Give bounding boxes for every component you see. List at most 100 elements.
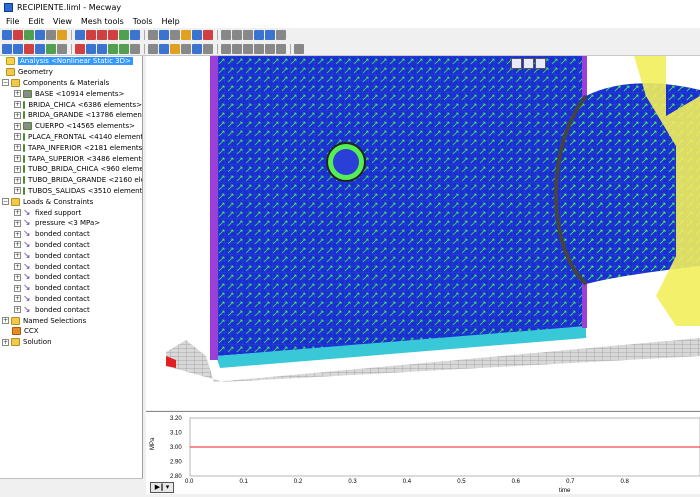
toolbar-icon[interactable] [203, 43, 213, 54]
tree-component[interactable]: + TAPA_SUPERIOR <3486 elements> [0, 153, 142, 164]
toolbar-icon[interactable] [57, 43, 67, 54]
expand-icon[interactable]: + [14, 187, 21, 195]
toolbar-icon[interactable] [86, 30, 96, 40]
expand-icon[interactable]: + [14, 273, 21, 281]
toolbar-icon[interactable] [159, 43, 169, 54]
expand-icon[interactable]: + [14, 155, 21, 163]
toolbar-icon[interactable] [13, 43, 23, 54]
play-pause-button[interactable]: ▶‖ ▾ [150, 482, 174, 493]
toolbar-icon[interactable] [130, 30, 140, 40]
tree-component[interactable]: + BRIDA_CHICA <6386 elements> [0, 99, 142, 110]
menu-help[interactable]: Help [162, 17, 180, 26]
collapse-icon[interactable]: − [2, 198, 9, 206]
toolbar-icon[interactable] [192, 30, 202, 40]
menu-mesh-tools[interactable]: Mesh tools [81, 17, 124, 26]
expand-icon[interactable]: + [14, 263, 21, 271]
toolbar-icon[interactable] [97, 43, 107, 54]
expand-icon[interactable]: + [14, 90, 21, 98]
toolbar-icon[interactable] [170, 43, 180, 54]
toolbar-icon[interactable] [75, 30, 85, 40]
tree-load[interactable]: + ↘ bonded contact [0, 261, 142, 272]
toolbar-icon[interactable] [221, 30, 231, 40]
expand-icon[interactable]: + [14, 101, 21, 109]
menu-edit[interactable]: Edit [28, 17, 44, 26]
toolbar-icon[interactable] [24, 30, 34, 40]
toolbar-icon[interactable] [203, 30, 213, 40]
tree-named-selections[interactable]: + Named Selections [0, 315, 142, 326]
tree-component[interactable]: + TUBOS_SALIDAS <3510 elements> [0, 186, 142, 197]
toolbar-icon[interactable] [35, 30, 45, 40]
toolbar-icon[interactable] [276, 30, 286, 40]
3d-viewport[interactable] [146, 56, 700, 410]
toolbar-icon[interactable] [130, 43, 140, 54]
tree-component[interactable]: + PLACA_FRONTAL <4140 elements> [0, 132, 142, 143]
expand-icon[interactable]: + [14, 295, 21, 303]
tree-ccx[interactable]: CCX [0, 326, 142, 337]
toolbar-icon[interactable] [265, 43, 275, 54]
tree-analysis[interactable]: Analysis <Nonlinear Static 3D> [0, 56, 142, 67]
toolbar-icon[interactable] [232, 30, 242, 40]
view-side-button[interactable] [523, 58, 534, 69]
tree-component[interactable]: + TAPA_INFERIOR <2181 elements> [0, 142, 142, 153]
toolbar-icon[interactable] [86, 43, 96, 54]
toolbar-icon[interactable] [181, 43, 191, 54]
collapse-icon[interactable]: − [2, 79, 9, 87]
expand-icon[interactable]: + [14, 219, 21, 227]
tree-load[interactable]: + ↘ bonded contact [0, 294, 142, 305]
toolbar-icon[interactable] [170, 30, 180, 40]
expand-icon[interactable]: + [14, 111, 21, 119]
toolbar-icon[interactable] [243, 30, 253, 40]
toolbar-icon[interactable] [243, 43, 253, 54]
toolbar-icon[interactable] [276, 43, 286, 54]
menu-tools[interactable]: Tools [133, 17, 153, 26]
toolbar-icon[interactable] [108, 43, 118, 54]
toolbar-icon[interactable] [148, 30, 158, 40]
toolbar-icon[interactable] [46, 30, 56, 40]
tree-load[interactable]: + ↘ fixed support [0, 207, 142, 218]
expand-icon[interactable]: + [14, 133, 21, 141]
tree-load[interactable]: + ↘ bonded contact [0, 229, 142, 240]
tree-loads[interactable]: − Loads & Constraints [0, 196, 142, 207]
expand-icon[interactable]: + [14, 122, 21, 130]
tree-load[interactable]: + ↘ bonded contact [0, 272, 142, 283]
toolbar-icon[interactable] [119, 30, 129, 40]
toolbar-icon[interactable] [24, 43, 34, 54]
toolbar-icon[interactable] [192, 43, 202, 54]
tree-geometry[interactable]: Geometry [0, 67, 142, 78]
tree-component[interactable]: + CUERPO <14565 elements> [0, 121, 142, 132]
toolbar-icon[interactable] [254, 30, 264, 40]
toolbar-icon[interactable] [46, 43, 56, 54]
tree-load[interactable]: + ↘ bonded contact [0, 240, 142, 251]
toolbar-icon[interactable] [35, 43, 45, 54]
toolbar-icon[interactable] [221, 43, 231, 54]
tree-load[interactable]: + ↘ bonded contact [0, 250, 142, 261]
expand-icon[interactable]: + [14, 144, 21, 152]
view-front-button[interactable] [511, 58, 522, 69]
toolbar-icon[interactable] [13, 30, 23, 40]
tree-load[interactable]: + ↘ bonded contact [0, 304, 142, 315]
toolbar-icon[interactable] [294, 43, 304, 54]
menu-view[interactable]: View [53, 17, 72, 26]
tree-solution[interactable]: + Solution [0, 337, 142, 348]
toolbar-icon[interactable] [265, 30, 275, 40]
toolbar-icon[interactable] [75, 43, 85, 54]
toolbar-icon[interactable] [254, 43, 264, 54]
expand-icon[interactable]: + [14, 165, 21, 173]
tree-load[interactable]: + ↘ pressure <3 MPa> [0, 218, 142, 229]
toolbar-icon[interactable] [2, 43, 12, 54]
toolbar-icon[interactable] [232, 43, 242, 54]
toolbar-icon[interactable] [57, 30, 67, 40]
toolbar-icon[interactable] [119, 43, 129, 54]
tree-component[interactable]: + TUBO_BRIDA_GRANDE <2160 elements> [0, 175, 142, 186]
tree-component[interactable]: + TUBO_BRIDA_CHICA <960 elements> [0, 164, 142, 175]
expand-icon[interactable]: + [14, 306, 21, 314]
toolbar-icon[interactable] [97, 30, 107, 40]
toolbar-icon[interactable] [148, 43, 158, 54]
expand-icon[interactable]: + [2, 317, 9, 325]
tree-components[interactable]: − Components & Materials [0, 78, 142, 89]
expand-icon[interactable]: + [14, 252, 21, 260]
expand-icon[interactable]: + [14, 241, 21, 249]
tree-component[interactable]: + BRIDA_GRANDE <13786 elements> [0, 110, 142, 121]
expand-icon[interactable]: + [14, 284, 21, 292]
expand-icon[interactable]: + [14, 209, 21, 217]
